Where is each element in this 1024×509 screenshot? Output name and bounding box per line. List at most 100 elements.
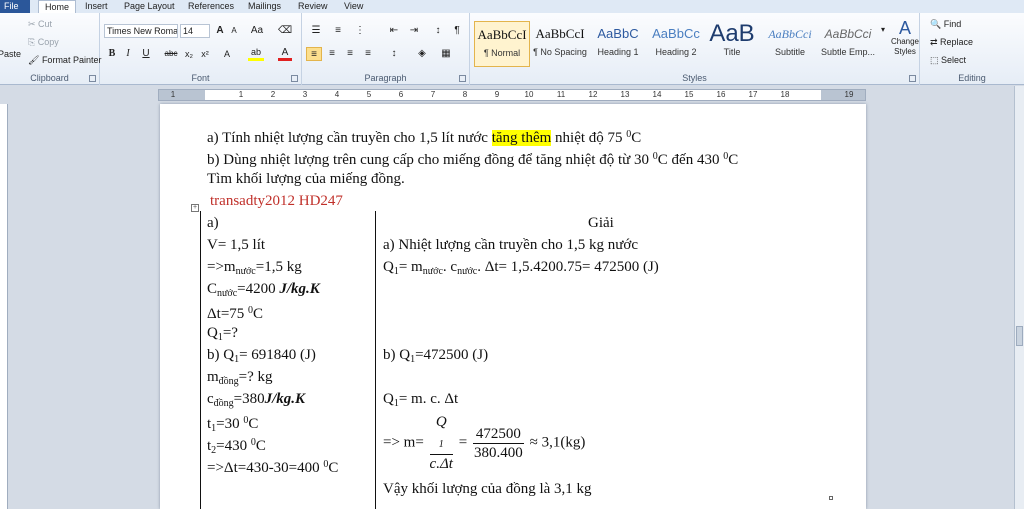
table-move-handle-icon[interactable]: + [191,204,199,212]
grow-font-button[interactable]: A [214,24,226,38]
ruler-number: 6 [398,90,404,99]
ruler-number: 8 [462,90,468,99]
style-title[interactable]: AaB Title [706,21,758,67]
cut-button[interactable]: ✂ Cut [28,19,52,30]
decrease-indent-icon[interactable]: ⇤ [386,24,402,38]
style-heading-2[interactable]: AaBbCc Heading 2 [648,21,704,67]
bullets-icon[interactable]: ☰ [308,24,324,38]
ruler-number: 1 [170,90,176,99]
paragraph-launcher-icon[interactable] [459,75,466,82]
solution-b-q1: b) Q1=472500 (J) [383,347,489,365]
subscript-button[interactable]: x₂ [182,47,196,61]
style-subtle-emphasis[interactable]: AaBbCci Subtle Emp... [820,21,876,67]
solution-result: Vậy khối lượng của đồng là 3,1 kg [383,481,592,497]
fraction-q-over-c-dt: Q 1 c.Δt [429,414,453,472]
shrink-font-button[interactable]: A [228,24,240,38]
format-painter-button[interactable]: 🖌 Format Painter [28,55,101,66]
font-group: Times New Roma 14 A A Aa ⌫ B I U abc x₂ … [100,13,302,85]
ruler-number: 3 [302,90,308,99]
binoculars-icon: 🔍 [930,19,944,29]
tab-review[interactable]: Review [292,0,334,13]
table-divider [375,211,376,509]
shading-icon[interactable]: ◈ [414,47,430,61]
clipboard-group: Paste ✂ Cut ⎘ Copy 🖌 Format Painter Clip… [0,13,101,85]
tab-view[interactable]: View [338,0,369,13]
tab-page-layout[interactable]: Page Layout [118,0,181,13]
tab-insert[interactable]: Insert [79,0,114,13]
change-case-button[interactable]: Aa [248,24,266,38]
ruler-bar: 1 1 2 3 4 5 6 7 8 9 10 11 12 13 14 15 16… [0,86,1024,104]
numbering-icon[interactable]: ≡ [330,24,346,38]
font-color-button[interactable]: A [278,47,292,61]
style-heading-1[interactable]: AaBbC Heading 1 [590,21,646,67]
font-name-combo[interactable]: Times New Roma [104,24,178,38]
line-spacing-icon[interactable]: ↕ [386,47,402,61]
select-button[interactable]: ⬚ Select [930,55,966,66]
style-no-spacing[interactable]: AaBbCcI ¶ No Spacing [532,21,588,67]
cursor-icon: ⬚ [930,55,942,65]
table-left-border [200,211,201,509]
vertical-scrollbar[interactable] [1014,86,1024,509]
style-normal[interactable]: AaBbCcI ¶ Normal [474,21,530,67]
bold-button[interactable]: B [106,47,118,61]
given-delta-t2: =>Δt=430-30=400 0C [207,459,339,476]
replace-button[interactable]: ⇄ Replace [930,37,973,48]
strikethrough-button[interactable]: abc [162,47,180,61]
multilevel-list-icon[interactable]: ⋮ [352,24,368,38]
table-resize-handle-icon[interactable] [829,496,833,500]
sort-icon[interactable]: ↕ [430,24,446,38]
copy-button[interactable]: ⎘ Copy [28,37,59,48]
ruler-number: 14 [652,90,662,99]
tab-home[interactable]: Home [38,0,77,13]
styles-scroll-icon[interactable]: ▾ [878,23,888,37]
align-center-icon[interactable]: ≡ [324,47,340,61]
editing-group: 🔍 Find ⇄ Replace ⬚ Select Editing [920,13,1024,85]
scrollbar-thumb[interactable] [1016,326,1023,346]
style-subtitle[interactable]: AaBbCci Subtitle [762,21,818,67]
ruler-number: 7 [430,90,436,99]
tab-mailings[interactable]: Mailings [242,0,287,13]
font-launcher-icon[interactable] [291,75,298,82]
text-effects-icon[interactable]: A [220,47,234,61]
italic-button[interactable]: I [122,47,134,61]
show-hide-button[interactable]: ¶ [450,24,464,38]
borders-icon[interactable]: ▦ [438,47,454,61]
horizontal-ruler[interactable]: 1 1 2 3 4 5 6 7 8 9 10 11 12 13 14 15 16… [158,89,866,101]
brush-icon: 🖌 [28,55,42,65]
ruler-number: 2 [270,90,276,99]
font-size-combo[interactable]: 14 [180,24,210,38]
increase-indent-icon[interactable]: ⇥ [406,24,422,38]
paste-button[interactable]: Paste [0,49,21,60]
watermark-text: transadty2012 HD247 [210,193,343,209]
clear-format-icon[interactable]: ⌫ [278,24,292,38]
solution-title: Giải [588,215,614,231]
styles-group: AaBbCcI ¶ Normal AaBbCcI ¶ No Spacing Aa… [470,13,920,85]
question-c: Tìm khối lượng của miếng đồng. [207,171,405,187]
editing-label: Editing [958,73,986,83]
align-right-icon[interactable]: ≡ [342,47,358,61]
change-styles-icon: A [898,18,911,38]
paragraph-label: Paragraph [364,73,407,83]
highlight-button[interactable]: ab [248,47,264,61]
ruler-number: 1 [238,90,244,99]
solution-b-formula: Q1= m. c. Δt [383,391,459,409]
underline-button[interactable]: U [140,47,152,61]
fraction-values: 472500 380.400 [472,425,524,461]
ruler-number: 15 [684,90,694,99]
solution-mass-equation: => m= Q 1 c.Δt = 472500 380.400 ≈ 3,1(kg) [383,414,586,472]
ruler-number: 10 [524,90,534,99]
tab-references[interactable]: References [182,0,240,13]
tab-file[interactable]: File [0,0,30,13]
find-button[interactable]: 🔍 Find [930,19,961,30]
styles-launcher-icon[interactable] [909,75,916,82]
paragraph-group: ☰ ≡ ⋮ ⇤ ⇥ ↕ ¶ ≡ ≡ ≡ ≡ ↕ ◈ ▦ Paragraph [302,13,470,85]
replace-icon: ⇄ [930,37,941,47]
vertical-ruler[interactable] [0,104,8,509]
clipboard-launcher-icon[interactable] [89,75,96,82]
align-left-icon[interactable]: ≡ [306,47,322,61]
ruler-number: 17 [748,90,758,99]
change-styles-button[interactable]: A Change Styles [890,19,920,57]
superscript-button[interactable]: x² [198,47,212,61]
styles-label: Styles [682,73,707,83]
justify-icon[interactable]: ≡ [360,47,376,61]
